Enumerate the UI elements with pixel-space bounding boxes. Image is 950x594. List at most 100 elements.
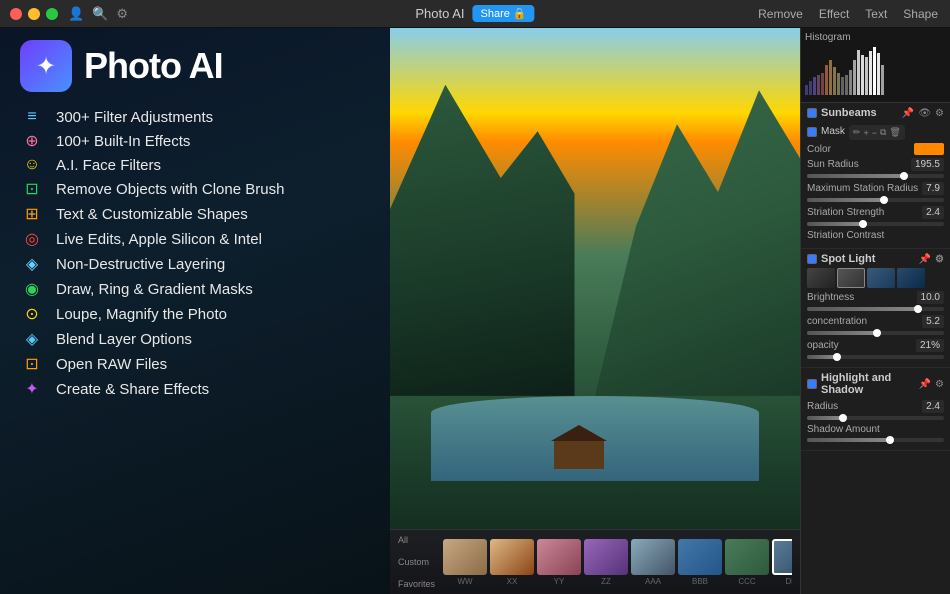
max-station-slider[interactable] [807, 198, 944, 202]
striation-strength-slider[interactable] [807, 222, 944, 226]
shape-tab[interactable]: Shape [903, 7, 938, 21]
sunbeams-label: Sunbeams [821, 107, 877, 119]
thumb-group-yy[interactable]: YY [537, 539, 581, 586]
radius-slider[interactable] [807, 416, 944, 420]
thumb-bbb[interactable] [678, 539, 722, 575]
thumb-xx[interactable] [490, 539, 534, 575]
shadow-amount-slider[interactable] [807, 438, 944, 442]
thumb-zz[interactable] [584, 539, 628, 575]
close-button[interactable] [10, 8, 22, 20]
opacity-value: 21% [916, 339, 944, 352]
dock-label-custom: Custom [398, 557, 435, 567]
text-tab[interactable]: Text [865, 7, 887, 21]
hbar [841, 77, 844, 95]
thumb-group-aaa[interactable]: AAA [631, 539, 675, 586]
spot-thumb-4[interactable] [897, 268, 925, 288]
feature-masks: ◉ Draw, Ring & Gradient Masks [20, 279, 370, 299]
delete-icon[interactable]: 🗑 [889, 127, 900, 138]
traffic-lights [10, 8, 58, 20]
sunbeams-checkbox[interactable] [807, 108, 817, 118]
feature-text: 100+ Built-In Effects [56, 133, 190, 150]
app-name: Photo AI [415, 6, 464, 21]
feature-remove-objects: ⊡ Remove Objects with Clone Brush [20, 179, 370, 199]
opacity-slider[interactable] [807, 355, 944, 359]
minimize-button[interactable] [28, 8, 40, 20]
spot-thumb-strip[interactable] [807, 268, 944, 288]
sun-radius-thumb[interactable] [900, 172, 908, 180]
pencil-icon[interactable]: ✏ [853, 127, 861, 138]
spot-gear-icon[interactable]: ⚙ [935, 254, 944, 265]
pin-icon[interactable]: 📌 [902, 108, 914, 119]
striation-contrast-row: Striation Contrast [807, 230, 944, 241]
spot-thumb-1[interactable] [807, 268, 835, 288]
spot-thumb-2[interactable] [837, 268, 865, 288]
app-header: ✦ Photo AI [20, 40, 370, 92]
mask-checkbox[interactable] [807, 127, 817, 137]
shadow-amount-thumb[interactable] [886, 436, 894, 444]
thumb-group-ww[interactable]: WW [443, 539, 487, 586]
hbar [825, 65, 828, 95]
eye-icon[interactable]: 👁 [918, 108, 931, 119]
thumb-group-bbb[interactable]: BBB [678, 539, 722, 586]
face-icon: ☺ [20, 156, 44, 174]
spot-icons: 📌 ⚙ [919, 254, 944, 265]
thumb-yy[interactable] [537, 539, 581, 575]
shadow-amount-label: Shadow Amount [807, 424, 880, 435]
sun-radius-slider[interactable] [807, 174, 944, 178]
hbar [813, 77, 816, 95]
feature-raw-files: ⊡ Open RAW Files [20, 354, 370, 374]
radius-row: Radius 2.4 [807, 400, 944, 413]
hs-checkbox[interactable] [807, 379, 817, 389]
thumb-group-zz[interactable]: ZZ [584, 539, 628, 586]
max-station-thumb[interactable] [880, 196, 888, 204]
thumb-aaa[interactable] [631, 539, 675, 575]
opacity-thumb[interactable] [833, 353, 841, 361]
effect-tab[interactable]: Effect [819, 7, 849, 21]
max-station-row: Maximum Station Radius 7.9 [807, 182, 944, 195]
thumb-ccc[interactable] [725, 539, 769, 575]
brightness-thumb[interactable] [914, 305, 922, 313]
feature-loupe: ⊙ Loupe, Magnify the Photo [20, 304, 370, 324]
radius-fill [807, 416, 841, 420]
maximize-button[interactable] [46, 8, 58, 20]
add-icon[interactable]: + [863, 128, 868, 138]
thumb-group-xx[interactable]: XX [490, 539, 534, 586]
concentration-thumb[interactable] [873, 329, 881, 337]
sunbeams-header: Sunbeams 📌 👁 ⚙ [807, 107, 944, 119]
center-photo: Apply to entire photo Draw Color Control… [390, 28, 800, 594]
striation-fill [807, 222, 862, 226]
dock-area: All Custom Favorites WW XX YY [390, 529, 800, 594]
color-swatch[interactable] [914, 143, 944, 155]
share-button[interactable]: Share 🔒 [473, 5, 535, 22]
spot-thumb-3[interactable] [867, 268, 895, 288]
concentration-slider[interactable] [807, 331, 944, 335]
thumb-label-xx: XX [507, 577, 518, 586]
feature-face-filters: ☺ A.I. Face Filters [20, 156, 370, 174]
opacity-fill [807, 355, 836, 359]
thumb-label-zz: ZZ [601, 577, 611, 586]
copy-icon[interactable]: ⧉ [880, 127, 886, 138]
remove-tab[interactable]: Remove [758, 7, 803, 21]
spot-checkbox[interactable] [807, 254, 817, 264]
gear-icon[interactable]: ⚙ [935, 108, 944, 119]
dock-thumbnails[interactable]: WW XX YY ZZ [443, 539, 792, 586]
cabin-body [554, 441, 604, 469]
hs-gear-icon[interactable]: ⚙ [935, 379, 944, 390]
thumb-group-ccc[interactable]: CCC [725, 539, 769, 586]
spot-pin-icon[interactable]: 📌 [919, 254, 931, 265]
thumb-ww[interactable] [443, 539, 487, 575]
striation-thumb[interactable] [859, 220, 867, 228]
layers-icon[interactable]: ⚙ [116, 6, 128, 22]
thumb-ddd[interactable] [772, 539, 792, 575]
feature-builtin-effects: ⊕ 100+ Built-In Effects [20, 131, 370, 151]
hs-pin-icon[interactable]: 📌 [919, 379, 931, 390]
hbar [873, 47, 876, 95]
thumb-group-ddd[interactable]: DDD [772, 539, 792, 586]
radius-thumb[interactable] [839, 414, 847, 422]
brightness-slider[interactable] [807, 307, 944, 311]
search-icon[interactable]: 🔍 [92, 6, 108, 22]
histogram-bars [805, 45, 946, 95]
lock-icon: 🔒 [513, 7, 527, 20]
subtract-icon[interactable]: − [872, 128, 877, 138]
histogram-section: Histogram [801, 28, 950, 103]
